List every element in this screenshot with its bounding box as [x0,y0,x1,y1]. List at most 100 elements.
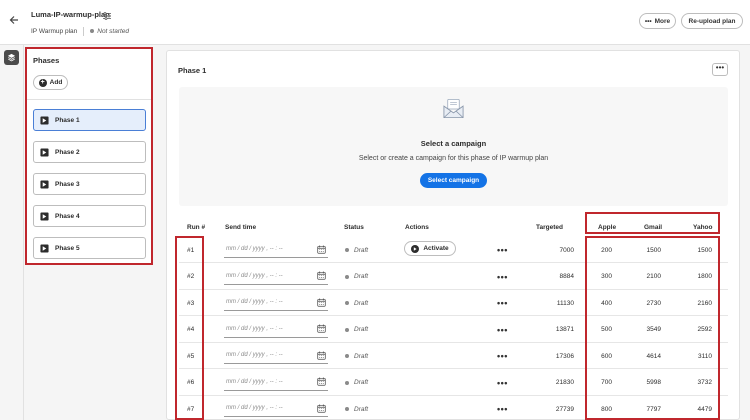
status-dot [345,407,349,411]
layers-icon[interactable] [4,50,19,65]
apple-value: 600 [601,352,612,360]
row-menu-button[interactable]: ••• [497,370,508,396]
send-time-field[interactable]: mm / dd / yyyy , -- : -- [224,294,328,311]
row-menu-button[interactable]: ••• [497,290,508,316]
phase-icon [40,179,49,189]
calendar-icon[interactable] [317,271,326,280]
status-dot [345,274,349,279]
table-row: #5 mm / dd / yyyy , -- : -- Draft ••• 17… [179,343,728,369]
top-header: Luma-IP-warmup-plan IP Warmup plan Not s… [0,0,750,45]
gmail-value: 3549 [646,326,661,333]
send-time-placeholder: mm / dd / yyyy , -- : -- [226,299,283,305]
more-button[interactable]: ••• More [639,13,676,29]
calendar-icon[interactable] [317,404,326,413]
phase-label: Phase 5 [55,244,80,252]
phase-item-1[interactable]: Phase 1 [33,109,146,131]
phases-title: Phases [33,56,60,65]
status-dot [345,248,349,252]
calendar-icon[interactable] [317,245,326,254]
envelope-icon [443,99,464,119]
campaign-description: Select or create a campaign for this pha… [358,155,549,162]
column-header-actions: Actions [405,224,429,231]
yahoo-value: 3110 [698,352,712,360]
calendar-icon[interactable] [317,351,326,360]
row-menu-button[interactable]: ••• [497,343,508,369]
column-header-status: Status [344,224,364,231]
sliders-icon[interactable] [102,8,112,20]
calendar-icon[interactable] [317,298,326,307]
arrow-left-icon[interactable] [7,14,21,28]
row-menu-button[interactable]: ••• [497,317,508,343]
status-cell: Draft [345,343,368,369]
run-number: #4 [187,326,195,333]
table-row: #7 mm / dd / yyyy , -- : -- Draft ••• 27… [179,396,728,420]
divider [83,27,85,36]
status-dot [345,354,349,358]
row-menu-button[interactable]: ••• [497,264,508,290]
send-time-placeholder: mm / dd / yyyy , -- : -- [226,272,283,279]
apple-value: 400 [601,299,612,307]
status-text: Draft [354,352,369,360]
run-number: #5 [187,352,195,360]
targeted-value: 21830 [555,379,574,386]
row-menu-button[interactable]: ••• [497,396,508,420]
apple-value: 200 [601,246,612,254]
apple-value: 500 [601,326,612,333]
run-number: #3 [187,299,195,307]
phase-item-5[interactable]: Phase 5 [33,237,146,259]
gmail-value: 7797 [646,405,661,413]
phase-label: Phase 4 [55,212,80,220]
yahoo-value: 4479 [697,405,712,413]
phase-menu-button[interactable]: ••• [712,63,728,76]
ellipsis-icon: ••• [644,17,652,25]
status-text: Not started [97,28,130,35]
send-time-placeholder: mm / dd / yyyy , -- : -- [226,246,283,252]
phase-item-2[interactable]: Phase 2 [33,141,146,163]
run-number: #1 [187,246,195,254]
ellipsis-icon: ••• [715,63,725,72]
add-phase-button[interactable]: + Add [33,75,68,90]
calendar-icon[interactable] [317,377,326,386]
table-row: #3 mm / dd / yyyy , -- : -- Draft ••• 11… [179,290,728,316]
send-time-field[interactable]: mm / dd / yyyy , -- : -- [224,400,328,417]
phase-label: Phase 2 [55,148,80,156]
phase-label: Phase 1 [55,116,80,124]
send-time-field[interactable]: mm / dd / yyyy , -- : -- [224,347,328,364]
yahoo-value: 2160 [697,299,712,307]
column-header-run: Run # [187,224,206,231]
table-row: #4 mm / dd / yyyy , -- : -- Draft ••• 13… [179,317,728,343]
reupload-plan-button[interactable]: Re-upload plan [681,13,743,29]
phase-detail-card: Phase 1 ••• Select a campaign Select or … [166,50,740,420]
phase-icon [40,115,49,125]
more-label: More [654,17,671,25]
status-text: Draft [354,246,369,254]
table-row: #2 mm / dd / yyyy , -- : -- Draft ••• 88… [179,264,728,290]
send-time-field[interactable]: mm / dd / yyyy , -- : -- [224,241,328,258]
targeted-value: 8884 [559,273,574,280]
send-time-field[interactable]: mm / dd / yyyy , -- : -- [224,374,328,391]
send-time-field[interactable]: mm / dd / yyyy , -- : -- [224,268,328,285]
calendar-icon[interactable] [317,324,326,333]
column-header-yahoo: Yahoo [693,224,713,231]
phases-panel: Phases + Add Phase 1 Phase 2 Phase 3 Pha… [25,47,153,265]
activate-button[interactable]: Activate [404,241,456,256]
send-time-field[interactable]: mm / dd / yyyy , -- : -- [224,321,328,338]
table-row: #1 mm / dd / yyyy , -- : -- Draft Activa… [179,237,728,263]
add-icon: + [38,78,47,87]
phase-item-3[interactable]: Phase 3 [33,173,146,195]
apple-value: 300 [601,273,612,280]
phase-icon [40,211,49,221]
gmail-value: 2730 [646,299,661,307]
status-text: Draft [354,299,369,307]
send-time-placeholder: mm / dd / yyyy , -- : -- [226,325,283,332]
yahoo-value: 2592 [697,326,712,333]
row-menu-button[interactable]: ••• [497,237,508,263]
play-icon [411,244,420,253]
run-number: #2 [187,273,195,280]
targeted-value: 27739 [555,405,574,413]
status-cell: Draft [345,264,368,290]
select-campaign-button[interactable]: Select campaign [420,173,487,188]
status-cell: Draft [345,290,368,316]
yahoo-value: 1800 [697,273,712,280]
phase-item-4[interactable]: Phase 4 [33,205,146,227]
